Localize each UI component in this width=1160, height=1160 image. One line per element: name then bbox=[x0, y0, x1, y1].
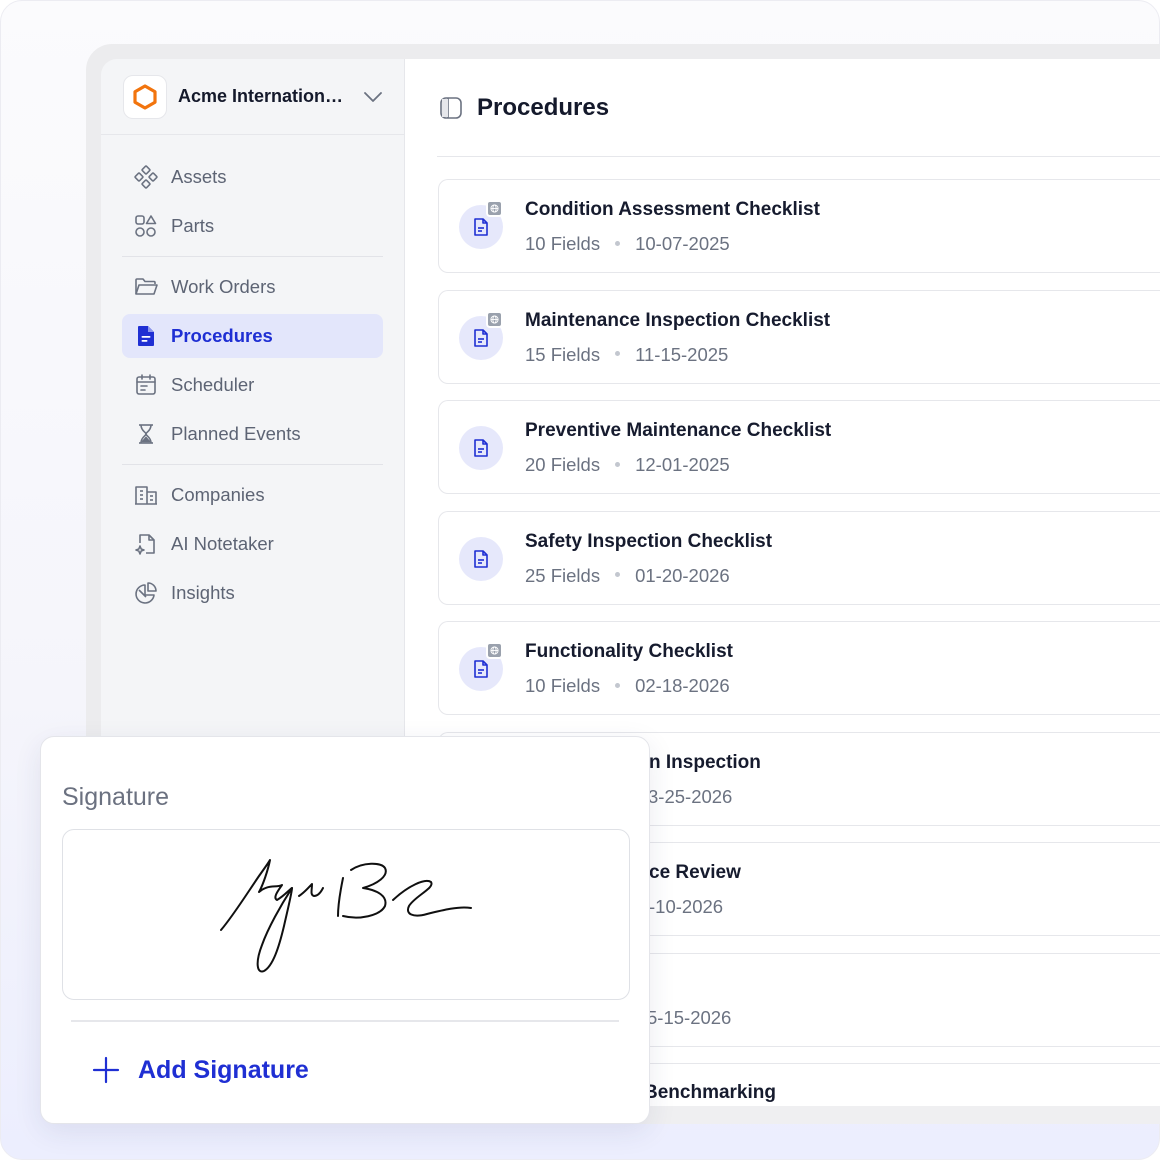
assets-icon bbox=[134, 165, 158, 189]
ai-notetaker-icon bbox=[134, 532, 158, 556]
procedure-title: ce Review bbox=[649, 862, 741, 883]
procedure-date: 10-07-2025 bbox=[635, 233, 730, 254]
procedure-card[interactable]: Condition Assessment Checklist 10 Fields… bbox=[438, 179, 1160, 273]
calendar-icon bbox=[134, 373, 158, 397]
sidebar-item-label: Assets bbox=[171, 166, 227, 187]
sidebar-item-companies[interactable]: Companies bbox=[122, 473, 383, 517]
procedure-date: 12-01-2025 bbox=[635, 454, 730, 475]
building-icon bbox=[134, 483, 158, 507]
sidebar-item-assets[interactable]: Assets bbox=[122, 155, 383, 199]
sidebar-item-ai-notetaker[interactable]: AI Notetaker bbox=[122, 522, 383, 566]
nav-divider bbox=[122, 256, 383, 257]
procedure-meta: 15 Fields 11-15-2025 bbox=[525, 344, 728, 366]
sidebar-item-planned-events[interactable]: Planned Events bbox=[122, 412, 383, 456]
org-switcher[interactable]: Acme International Group bbox=[101, 59, 404, 135]
signature-divider bbox=[71, 1020, 619, 1022]
main-header: Procedures bbox=[437, 59, 1160, 157]
signature-pad[interactable] bbox=[62, 829, 630, 1000]
procedure-title: Condition Assessment Checklist bbox=[525, 199, 820, 220]
procedure-date: 5-15-2026 bbox=[647, 1006, 732, 1028]
chevron-down-icon[interactable] bbox=[362, 86, 384, 108]
sidebar-item-work-orders[interactable]: Work Orders bbox=[122, 265, 383, 309]
sidebar-item-label: Work Orders bbox=[171, 276, 276, 297]
procedure-date: 11-15-2025 bbox=[635, 343, 729, 365]
separator-dot bbox=[615, 572, 621, 578]
procedure-fields: 25 Fields bbox=[525, 564, 601, 586]
procedure-meta: 10 Fields 10-07-2025 bbox=[525, 233, 730, 255]
separator-dot bbox=[615, 461, 621, 467]
nav-divider bbox=[122, 464, 383, 465]
nav-group-inventory: Assets Parts bbox=[101, 135, 404, 248]
hourglass-icon bbox=[134, 422, 158, 446]
sidebar-item-parts[interactable]: Parts bbox=[122, 204, 383, 248]
globe-icon bbox=[486, 200, 503, 217]
procedure-fields: 10 Fields bbox=[525, 233, 601, 254]
sidebar-item-label: Companies bbox=[171, 484, 265, 505]
org-logo bbox=[123, 74, 167, 119]
nav-group-operations: Work Orders Procedures Scheduler Planned… bbox=[101, 265, 404, 456]
sidebar-item-label: Scheduler bbox=[171, 374, 255, 395]
folder-icon bbox=[134, 275, 158, 299]
procedure-fields: 10 Fields bbox=[525, 675, 601, 696]
hexagon-logo-icon bbox=[133, 83, 157, 110]
procedure-title: Functionality Checklist bbox=[525, 641, 733, 662]
page-title: Procedures bbox=[477, 93, 610, 121]
separator-dot bbox=[615, 682, 621, 688]
procedure-card[interactable]: Preventive Maintenance Checklist 20 Fiel… bbox=[438, 400, 1160, 494]
signature-label: Signature bbox=[62, 783, 170, 811]
procedure-title: Safety Inspection Checklist bbox=[525, 530, 773, 552]
procedure-title: Preventive Maintenance Checklist bbox=[525, 420, 832, 441]
add-signature-label: Add Signature bbox=[138, 1055, 309, 1084]
procedure-fields: 20 Fields bbox=[525, 454, 601, 475]
nav-group-other: Companies AI Notetaker Insights bbox=[101, 473, 404, 615]
procedure-title: n Inspection bbox=[649, 751, 761, 773]
sidebar-item-insights[interactable]: Insights bbox=[122, 571, 383, 615]
sidebar-item-procedures[interactable]: Procedures bbox=[122, 314, 383, 358]
procedure-fields: 15 Fields bbox=[525, 343, 601, 365]
add-signature-button[interactable]: Add Signature bbox=[91, 1055, 309, 1085]
sidebar-toggle-icon[interactable] bbox=[439, 96, 463, 120]
procedure-date: 01-20-2026 bbox=[635, 564, 730, 586]
globe-icon bbox=[486, 310, 503, 328]
procedure-title: Benchmarking bbox=[644, 1082, 776, 1103]
document-icon bbox=[459, 536, 503, 581]
pie-chart-icon bbox=[134, 581, 158, 605]
globe-icon bbox=[486, 642, 503, 659]
procedure-card[interactable]: Functionality Checklist 10 Fields 02-18-2… bbox=[438, 621, 1160, 715]
handwritten-signature bbox=[220, 859, 472, 973]
signature-panel: Signature Add Signature bbox=[40, 736, 650, 1124]
procedure-title: Maintenance Inspection Checklist bbox=[525, 309, 831, 331]
procedure-card[interactable]: Safety Inspection Checklist 25 Fields 01-… bbox=[438, 510, 1160, 605]
procedure-card[interactable]: Maintenance Inspection Checklist 15 Fiel… bbox=[438, 289, 1160, 384]
separator-dot bbox=[615, 351, 621, 357]
procedure-date: 3-25-2026 bbox=[648, 785, 733, 807]
parts-icon bbox=[134, 214, 158, 238]
org-name: Acme International Group bbox=[178, 86, 348, 106]
procedure-meta: 20 Fields 12-01-2025 bbox=[525, 454, 730, 476]
document-icon bbox=[459, 426, 503, 470]
sidebar-item-scheduler[interactable]: Scheduler bbox=[122, 363, 383, 407]
procedure-meta: 25 Fields 01-20-2026 bbox=[525, 565, 730, 587]
plus-icon bbox=[91, 1055, 121, 1085]
sidebar-item-label: Planned Events bbox=[171, 423, 301, 444]
separator-dot bbox=[615, 240, 621, 246]
procedure-date: -10-2026 bbox=[649, 896, 724, 917]
sidebar-item-label: AI Notetaker bbox=[171, 533, 274, 554]
sidebar-item-label: Parts bbox=[171, 215, 215, 236]
procedure-meta: 10 Fields 02-18-2026 bbox=[525, 675, 730, 697]
document-icon bbox=[134, 324, 158, 348]
sidebar-item-label: Insights bbox=[171, 582, 235, 603]
sidebar-item-label: Procedures bbox=[171, 325, 273, 346]
procedure-date: 02-18-2026 bbox=[635, 675, 730, 696]
